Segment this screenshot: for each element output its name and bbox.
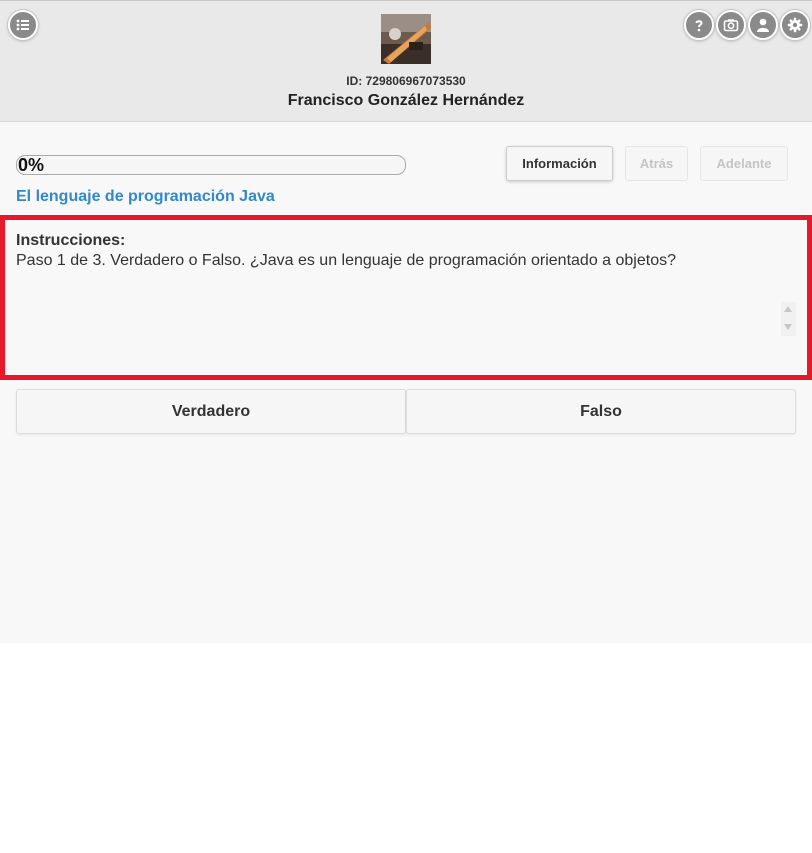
- progress-label: 0%: [18, 155, 45, 175]
- menu-button[interactable]: [8, 10, 38, 40]
- profile-button[interactable]: [748, 10, 778, 40]
- false-button[interactable]: Falso: [406, 389, 796, 434]
- lesson-title: El lenguaje de programación Java: [16, 188, 275, 205]
- instructions-panel: Instrucciones: Paso 1 de 3. Verdadero o …: [0, 215, 812, 380]
- user-id: ID: 729806967073530: [346, 74, 466, 88]
- camera-button[interactable]: [716, 10, 746, 40]
- app-container: ID: 729806967073530 Francisco González H…: [0, 0, 812, 643]
- avatar-photo-icon: [381, 14, 431, 64]
- gear-icon: [787, 17, 803, 33]
- back-button[interactable]: Atrás: [625, 146, 688, 181]
- true-button[interactable]: Verdadero: [16, 389, 406, 434]
- user-icon: [757, 18, 769, 32]
- instructions-heading: Instrucciones:: [16, 232, 126, 249]
- instructions-scrollbar[interactable]: [781, 302, 796, 336]
- list-icon: [16, 19, 29, 31]
- info-button[interactable]: Información: [506, 146, 613, 181]
- instructions-text: Paso 1 de 3. Verdadero o Falso. ¿Java es…: [16, 252, 676, 269]
- camera-icon: [723, 19, 739, 32]
- avatar: [381, 14, 431, 64]
- user-name: Francisco González Hernández: [287, 92, 525, 109]
- help-icon: [695, 20, 703, 32]
- scroll-up-icon[interactable]: [784, 306, 792, 312]
- help-button[interactable]: [684, 10, 714, 40]
- settings-button[interactable]: [780, 10, 810, 40]
- progress-bar: 0%: [16, 155, 406, 175]
- header: ID: 729806967073530 Francisco González H…: [0, 0, 812, 122]
- next-button[interactable]: Adelante: [700, 146, 788, 181]
- scroll-down-icon[interactable]: [784, 324, 792, 330]
